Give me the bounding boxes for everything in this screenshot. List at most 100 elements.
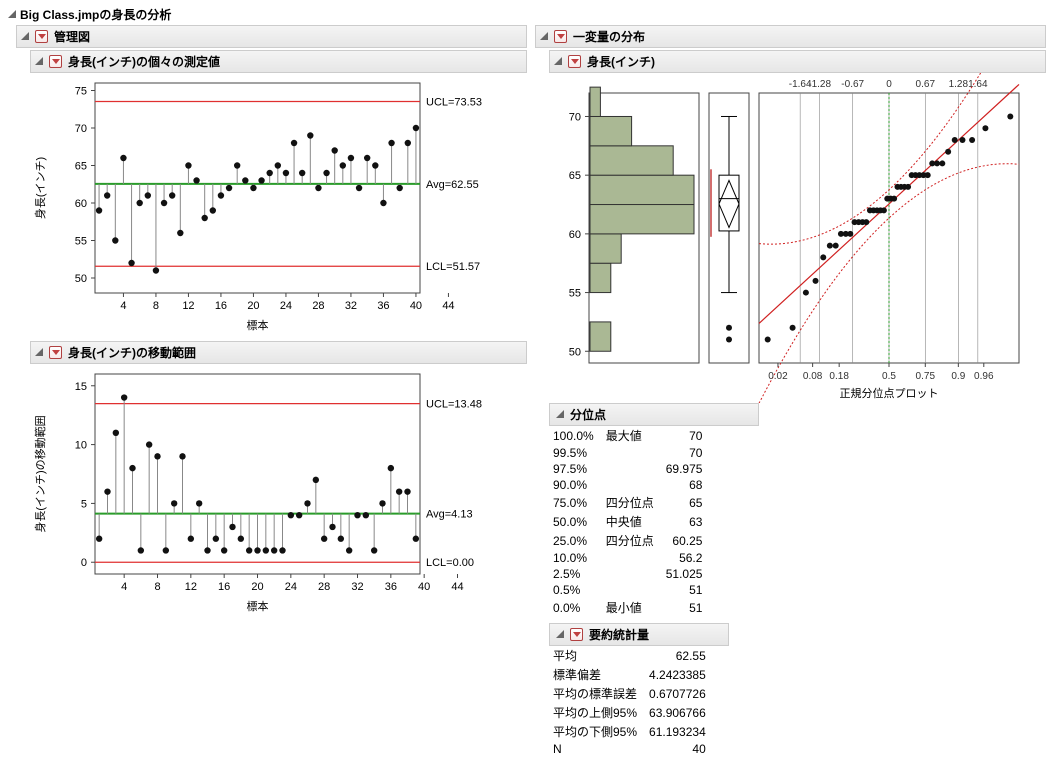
hotspot-icon[interactable] [570, 628, 583, 641]
table-row: 平均の標準誤差0.6707726 [549, 684, 714, 703]
mr-chart-header[interactable]: 身長(インチ)の移動範囲 [30, 341, 527, 364]
svg-text:5: 5 [81, 498, 87, 510]
moving-range-chart[interactable]: 05101548121620242832364044標本身長(インチ)の移動範囲… [30, 364, 500, 614]
summary-header[interactable]: 要約統計量 [549, 623, 729, 646]
control-chart-header[interactable]: 管理図 [16, 25, 527, 48]
hotspot-icon[interactable] [49, 55, 62, 68]
svg-text:75: 75 [75, 86, 87, 98]
table-row: 50.0%中央値63 [549, 512, 710, 531]
svg-text:Avg=4.13: Avg=4.13 [426, 509, 473, 521]
svg-text:12: 12 [182, 300, 194, 312]
svg-text:0.18: 0.18 [829, 371, 849, 382]
chart-title: 身長(インチ)の移動範囲 [68, 344, 196, 361]
svg-text:1.28: 1.28 [949, 79, 969, 90]
distribution-header[interactable]: 一変量の分布 [535, 25, 1046, 48]
disclosure-icon[interactable] [556, 630, 564, 638]
table-row: 2.5%51.025 [549, 566, 710, 582]
svg-text:10: 10 [75, 440, 87, 452]
svg-text:Avg=62.55: Avg=62.55 [426, 179, 479, 191]
ir-chart-header[interactable]: 身長(インチ)の個々の測定値 [30, 50, 527, 73]
svg-text:4: 4 [120, 300, 126, 312]
svg-text:55: 55 [569, 288, 581, 300]
svg-text:50: 50 [569, 346, 581, 358]
svg-text:60: 60 [75, 198, 87, 210]
table-row: 標準偏差4.2423385 [549, 665, 714, 684]
disclosure-icon[interactable] [556, 410, 564, 418]
svg-text:28: 28 [312, 300, 324, 312]
table-row: 10.0%56.2 [549, 550, 710, 566]
disclosure-icon[interactable] [554, 57, 562, 65]
table-row: 0.0%最小値51 [549, 598, 710, 617]
svg-text:12: 12 [185, 581, 197, 593]
svg-text:0.5: 0.5 [882, 371, 896, 382]
panel-title: 管理図 [54, 28, 90, 45]
table-row: 90.0%68 [549, 477, 710, 493]
disclosure-icon[interactable] [8, 10, 16, 18]
svg-text:24: 24 [285, 581, 297, 593]
svg-text:LCL=51.57: LCL=51.57 [426, 261, 480, 273]
table-row: N40 [549, 741, 714, 757]
table-row: 平均62.55 [549, 646, 714, 665]
svg-text:0: 0 [81, 557, 87, 569]
svg-text:0.08: 0.08 [803, 371, 823, 382]
panel-title: 一変量の分布 [573, 28, 645, 45]
hotspot-icon[interactable] [554, 30, 567, 43]
root-title: Big Class.jmpの身長の分析 [20, 6, 171, 23]
svg-text:標本: 標本 [247, 599, 269, 613]
hotspot-icon[interactable] [568, 55, 581, 68]
disclosure-icon[interactable] [35, 348, 43, 356]
disclosure-icon[interactable] [35, 57, 43, 65]
svg-text:身長(インチ)の移動範囲: 身長(インチ)の移動範囲 [33, 415, 47, 532]
table-row: 平均の上側95%63.906766 [549, 703, 714, 722]
table-row: 99.5%70 [549, 445, 710, 461]
table-row: 25.0%四分位点60.25 [549, 531, 710, 550]
svg-text:65: 65 [569, 170, 581, 182]
variable-header[interactable]: 身長(インチ) [549, 50, 1046, 73]
table-row: 75.0%四分位点65 [549, 493, 710, 512]
svg-text:20: 20 [247, 300, 259, 312]
svg-text:70: 70 [569, 111, 581, 123]
hotspot-icon[interactable] [49, 346, 62, 359]
svg-text:正規分位点プロット: 正規分位点プロット [840, 386, 939, 400]
disclosure-icon[interactable] [21, 32, 29, 40]
summary-title: 要約統計量 [589, 626, 649, 643]
svg-text:UCL=73.53: UCL=73.53 [426, 97, 482, 109]
disclosure-icon[interactable] [540, 32, 548, 40]
quantiles-header[interactable]: 分位点 [549, 403, 759, 426]
svg-text:-0.67: -0.67 [841, 79, 864, 90]
svg-text:身長(インチ): 身長(インチ) [33, 157, 47, 219]
svg-text:標本: 標本 [247, 318, 269, 332]
quantiles-title: 分位点 [570, 406, 606, 423]
svg-text:0.75: 0.75 [916, 371, 936, 382]
svg-text:0.9: 0.9 [951, 371, 965, 382]
svg-text:20: 20 [251, 581, 263, 593]
chart-title: 身長(インチ)の個々の測定値 [68, 53, 220, 70]
svg-text:15: 15 [75, 381, 87, 393]
svg-text:60: 60 [569, 229, 581, 241]
svg-text:40: 40 [410, 300, 422, 312]
root-outline[interactable]: Big Class.jmpの身長の分析 [4, 4, 1046, 25]
individuals-chart[interactable]: 50556065707548121620242832364044標本身長(インチ… [30, 73, 500, 333]
svg-text:4: 4 [121, 581, 127, 593]
svg-text:36: 36 [377, 300, 389, 312]
right-column: 一変量の分布 身長(インチ) 5055606570-1.64-1.28-0.67… [535, 25, 1046, 769]
svg-text:8: 8 [154, 581, 160, 593]
svg-text:55: 55 [75, 236, 87, 248]
summary-section: 要約統計量 平均62.55標準偏差4.2423385平均の標準誤差0.67077… [549, 623, 729, 757]
svg-text:0.02: 0.02 [768, 371, 788, 382]
svg-text:16: 16 [215, 300, 227, 312]
hotspot-icon[interactable] [35, 30, 48, 43]
svg-text:32: 32 [351, 581, 363, 593]
quantiles-section: 分位点 100.0%最大値7099.5%7097.5%69.97590.0%68… [549, 403, 759, 617]
left-column: 管理図 身長(インチ)の個々の測定値 505560657075481216202… [16, 25, 527, 620]
table-row: 平均の下側95%61.193234 [549, 722, 714, 741]
svg-text:0: 0 [886, 79, 892, 90]
svg-text:24: 24 [280, 300, 292, 312]
svg-text:1.64: 1.64 [968, 79, 988, 90]
distribution-chart[interactable]: 5055606570-1.64-1.28-0.6700.671.281.640.… [549, 73, 1029, 403]
variable-title: 身長(インチ) [587, 53, 655, 70]
svg-text:65: 65 [75, 161, 87, 173]
svg-text:16: 16 [218, 581, 230, 593]
svg-text:0.96: 0.96 [974, 371, 994, 382]
svg-text:8: 8 [153, 300, 159, 312]
